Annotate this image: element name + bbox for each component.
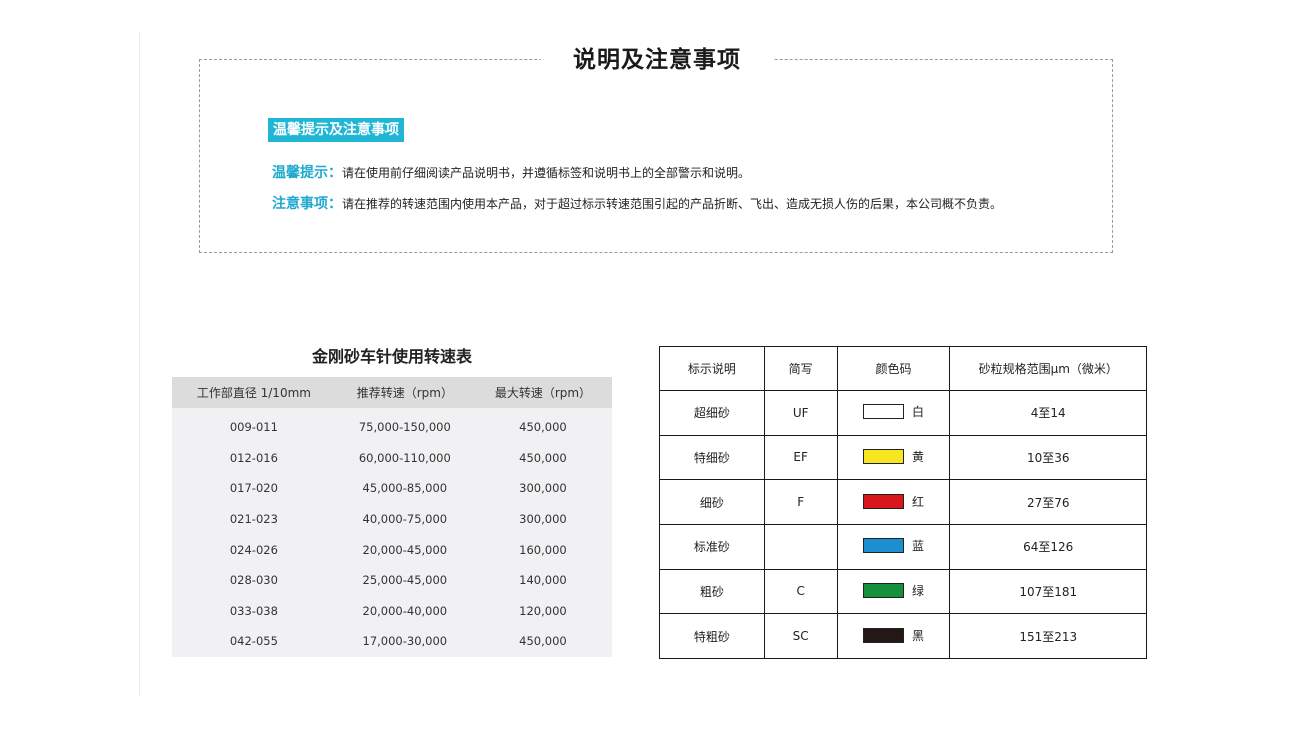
cell-diameter: 024-026 xyxy=(229,542,278,557)
grit-abbr: SC xyxy=(763,613,838,659)
table-row: 021-023 40,000-75,000 300,000 xyxy=(172,504,612,535)
cell-diameter: 021-023 xyxy=(229,512,278,527)
cell-recommended: 20,000-40,000 xyxy=(362,603,448,618)
cell-recommended: 40,000-75,000 xyxy=(362,512,448,527)
grit-color-cell: 绿 xyxy=(836,568,951,615)
notice-title: 说明及注意事项 xyxy=(541,41,773,79)
color-name: 绿 xyxy=(912,583,925,598)
grit-color-cell: 蓝 xyxy=(836,523,951,570)
header-diameter: 工作部直径 1/10mm xyxy=(172,377,336,408)
tip-label: 温馨提示： xyxy=(272,165,342,181)
grit-name: 粗砂 xyxy=(659,568,765,615)
grit-range: 107至181 xyxy=(949,568,1147,615)
table-row: 标准砂 蓝 64至126 xyxy=(659,523,1147,570)
header-max-speed: 最大转速（rpm） xyxy=(473,377,612,408)
table-row: 超细砂 UF 白 4至14 xyxy=(659,390,1147,436)
table-row: 028-030 25,000-45,000 140,000 xyxy=(172,565,612,596)
cell-diameter: 028-030 xyxy=(229,573,278,588)
speed-table-title: 金刚砂车针使用转速表 xyxy=(311,347,472,366)
table-row: 细砂 F 红 27至76 xyxy=(659,479,1147,525)
cell-diameter: 017-020 xyxy=(229,481,278,496)
color-swatch xyxy=(863,493,905,509)
grit-color-cell: 白 xyxy=(836,390,951,436)
cell-recommended: 45,000-85,000 xyxy=(362,481,448,496)
cell-recommended: 25,000-45,000 xyxy=(362,573,448,588)
cell-max: 300,000 xyxy=(519,512,567,527)
cell-max: 160,000 xyxy=(519,542,567,557)
header-label: 标示说明 xyxy=(659,346,765,391)
table-row: 033-038 20,000-40,000 120,000 xyxy=(172,596,612,627)
cell-diameter: 033-038 xyxy=(229,603,278,618)
color-name: 红 xyxy=(912,494,925,509)
cell-max: 140,000 xyxy=(519,573,567,588)
cell-diameter: 042-055 xyxy=(229,634,278,649)
grit-abbr: C xyxy=(763,568,838,615)
speed-table-header: 工作部直径 1/10mm 推荐转速（rpm） 最大转速（rpm） xyxy=(172,377,612,408)
grit-abbr: EF xyxy=(763,434,838,481)
left-divider xyxy=(139,32,140,697)
header-abbr: 简写 xyxy=(763,346,838,391)
header-color-code: 颜色码 xyxy=(836,346,951,391)
color-swatch xyxy=(863,538,905,554)
grit-name: 超细砂 xyxy=(659,390,765,436)
cell-max: 450,000 xyxy=(519,450,567,465)
cell-diameter: 009-011 xyxy=(229,420,278,435)
cell-max: 450,000 xyxy=(519,634,567,649)
color-name: 黄 xyxy=(912,449,925,464)
grit-name: 特粗砂 xyxy=(659,613,765,659)
header-recommended-speed: 推荐转速（rpm） xyxy=(335,377,474,408)
cell-recommended: 75,000-150,000 xyxy=(358,420,451,435)
cell-recommended: 60,000-110,000 xyxy=(358,450,451,465)
color-name: 黑 xyxy=(912,628,925,643)
grit-name: 细砂 xyxy=(659,479,765,525)
color-swatch xyxy=(863,627,905,643)
grit-range: 151至213 xyxy=(949,613,1147,659)
grit-abbr: UF xyxy=(763,390,838,436)
table-row: 特粗砂 SC 黑 151至213 xyxy=(659,613,1147,659)
caution-text: 请在推荐的转速范围内使用本产品，对于超过标示转速范围引起的产品折断、飞出、造成无… xyxy=(342,197,1003,211)
grit-name: 特细砂 xyxy=(659,434,765,481)
grit-table: 标示说明 简写 颜色码 砂粒规格范围μm（微米） 超细砂 UF 白 4至14 特… xyxy=(659,346,1147,659)
caution-line: 注意事项：请在推荐的转速范围内使用本产品，对于超过标示转速范围引起的产品折断、飞… xyxy=(272,193,1002,213)
cell-max: 300,000 xyxy=(519,481,567,496)
tip-line: 温馨提示：请在使用前仔细阅读产品说明书，并遵循标签和说明书上的全部警示和说明。 xyxy=(272,162,750,182)
grit-range: 4至14 xyxy=(949,390,1147,436)
grit-range: 10至36 xyxy=(949,434,1147,481)
grit-abbr xyxy=(763,523,838,570)
grit-color-cell: 红 xyxy=(836,479,951,525)
grit-range: 27至76 xyxy=(949,479,1147,525)
caution-label: 注意事项： xyxy=(272,196,342,212)
tip-banner: 温馨提示及注意事项 xyxy=(268,118,404,142)
speed-table: 工作部直径 1/10mm 推荐转速（rpm） 最大转速（rpm） 009-011… xyxy=(172,377,612,657)
table-row: 017-020 45,000-85,000 300,000 xyxy=(172,473,612,504)
grit-range: 64至126 xyxy=(949,523,1147,570)
cell-recommended: 17,000-30,000 xyxy=(362,634,448,649)
table-row: 粗砂 C 绿 107至181 xyxy=(659,568,1147,615)
grit-name: 标准砂 xyxy=(659,523,765,570)
color-name: 蓝 xyxy=(912,539,925,554)
table-row: 012-016 60,000-110,000 450,000 xyxy=(172,443,612,474)
tip-text: 请在使用前仔细阅读产品说明书，并遵循标签和说明书上的全部警示和说明。 xyxy=(342,166,751,180)
color-swatch xyxy=(863,404,905,420)
table-row: 009-011 75,000-150,000 450,000 xyxy=(172,408,612,443)
cell-diameter: 012-016 xyxy=(229,450,278,465)
table-row: 024-026 20,000-45,000 160,000 xyxy=(172,534,612,565)
header-grit-range: 砂粒规格范围μm（微米） xyxy=(949,346,1147,391)
color-swatch xyxy=(863,448,905,464)
notice-box xyxy=(199,59,1113,253)
table-row: 特细砂 EF 黄 10至36 xyxy=(659,434,1147,481)
color-name: 白 xyxy=(912,405,925,420)
grit-color-cell: 黑 xyxy=(836,613,951,659)
cell-max: 450,000 xyxy=(519,420,567,435)
cell-recommended: 20,000-45,000 xyxy=(362,542,448,557)
cell-max: 120,000 xyxy=(519,603,567,618)
grit-abbr: F xyxy=(763,479,838,525)
grit-table-header: 标示说明 简写 颜色码 砂粒规格范围μm（微米） xyxy=(659,346,1147,391)
table-row: 042-055 17,000-30,000 450,000 xyxy=(172,626,612,657)
grit-color-cell: 黄 xyxy=(836,434,951,481)
color-swatch xyxy=(863,582,905,598)
